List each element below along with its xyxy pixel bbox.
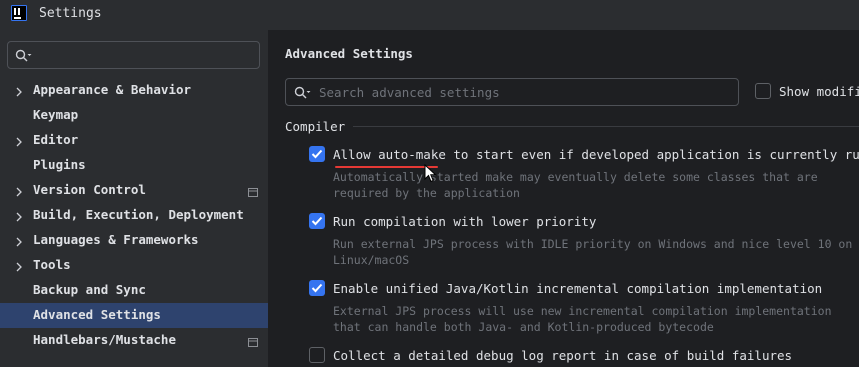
option-label[interactable]: Run compilation with lower priority [333, 214, 596, 229]
group-label-compiler: Compiler [285, 119, 346, 134]
checkbox-checked[interactable] [309, 146, 325, 162]
option-description: External JPS process will use new increm… [333, 304, 832, 334]
sidebar-item-handlebars-mustache[interactable]: Handlebars/Mustache [0, 328, 268, 353]
advanced-search-field[interactable] [285, 78, 739, 106]
chevron-right-icon[interactable] [15, 260, 23, 275]
page-title: Advanced Settings [285, 46, 413, 61]
sidebar-item-label: Editor [33, 132, 79, 147]
checkbox-checked[interactable] [309, 213, 325, 229]
checkbox-checked[interactable] [309, 280, 325, 296]
chevron-right-icon[interactable] [15, 235, 23, 250]
jetbrains-logo-icon [11, 5, 27, 21]
option-label[interactable]: Collect a detailed debug log report in c… [333, 348, 792, 363]
sidebar-item-label: Languages & Frameworks [33, 232, 199, 247]
sidebar-item-label: Backup and Sync [33, 282, 146, 297]
sidebar-search-input[interactable] [7, 41, 260, 69]
option-description: Run external JPS process with IDLE prior… [333, 237, 853, 267]
sidebar-item-label: Keymap [33, 107, 79, 122]
group-separator [353, 126, 859, 127]
window-title: Settings [39, 6, 102, 21]
chevron-right-icon[interactable] [15, 210, 23, 225]
settings-sidebar: Appearance & Behavior Keymap Editor Plugins… [0, 30, 268, 367]
advanced-search-input[interactable] [319, 83, 729, 101]
sidebar-item-appearance-behavior[interactable]: Appearance & Behavior [0, 78, 268, 103]
red-underline-annotation [335, 166, 438, 168]
sidebar-item-label: Build, Execution, Deployment [33, 207, 244, 222]
chevron-right-icon[interactable] [15, 135, 23, 150]
chevron-right-icon[interactable] [15, 185, 23, 200]
sidebar-item-keymap[interactable]: Keymap [0, 103, 268, 128]
checkbox-unchecked[interactable] [309, 347, 325, 363]
option-description: Automatically started make may eventuall… [333, 170, 818, 200]
sidebar-item-version-control[interactable]: Version Control [0, 178, 268, 203]
sidebar-item-label: Appearance & Behavior [33, 82, 192, 97]
option-label[interactable]: Allow auto-make to start even if develop… [333, 147, 859, 162]
show-modified-label: Show modified [779, 84, 859, 99]
project-settings-icon [248, 185, 258, 200]
sidebar-item-build-execution-deployment[interactable]: Build, Execution, Deployment [0, 203, 268, 228]
sidebar-item-label: Handlebars/Mustache [33, 332, 176, 347]
show-modified-checkbox[interactable] [755, 83, 771, 99]
sidebar-item-editor[interactable]: Editor [0, 128, 268, 153]
sidebar-item-label: Plugins [33, 157, 86, 172]
sidebar-item-languages-frameworks[interactable]: Languages & Frameworks [0, 228, 268, 253]
sidebar-item-label: Advanced Settings [33, 307, 161, 322]
sidebar-item-advanced-settings[interactable]: Advanced Settings [0, 303, 268, 328]
project-settings-icon [248, 335, 258, 350]
sidebar-item-label: Tools [33, 257, 71, 272]
chevron-right-icon[interactable] [15, 85, 23, 100]
search-icon [15, 49, 32, 62]
sidebar-item-plugins[interactable]: Plugins [0, 153, 268, 178]
title-bar: Settings [0, 0, 859, 30]
option-label[interactable]: Enable unified Java/Kotlin incremental c… [333, 281, 822, 296]
sidebar-item-backup-and-sync[interactable]: Backup and Sync [0, 278, 268, 303]
mouse-cursor-icon [424, 164, 437, 183]
search-icon [294, 86, 311, 99]
sidebar-item-label: Version Control [33, 182, 146, 197]
advanced-settings-panel: Advanced Settings Show modified Compiler… [268, 30, 859, 367]
sidebar-item-tools[interactable]: Tools [0, 253, 268, 278]
